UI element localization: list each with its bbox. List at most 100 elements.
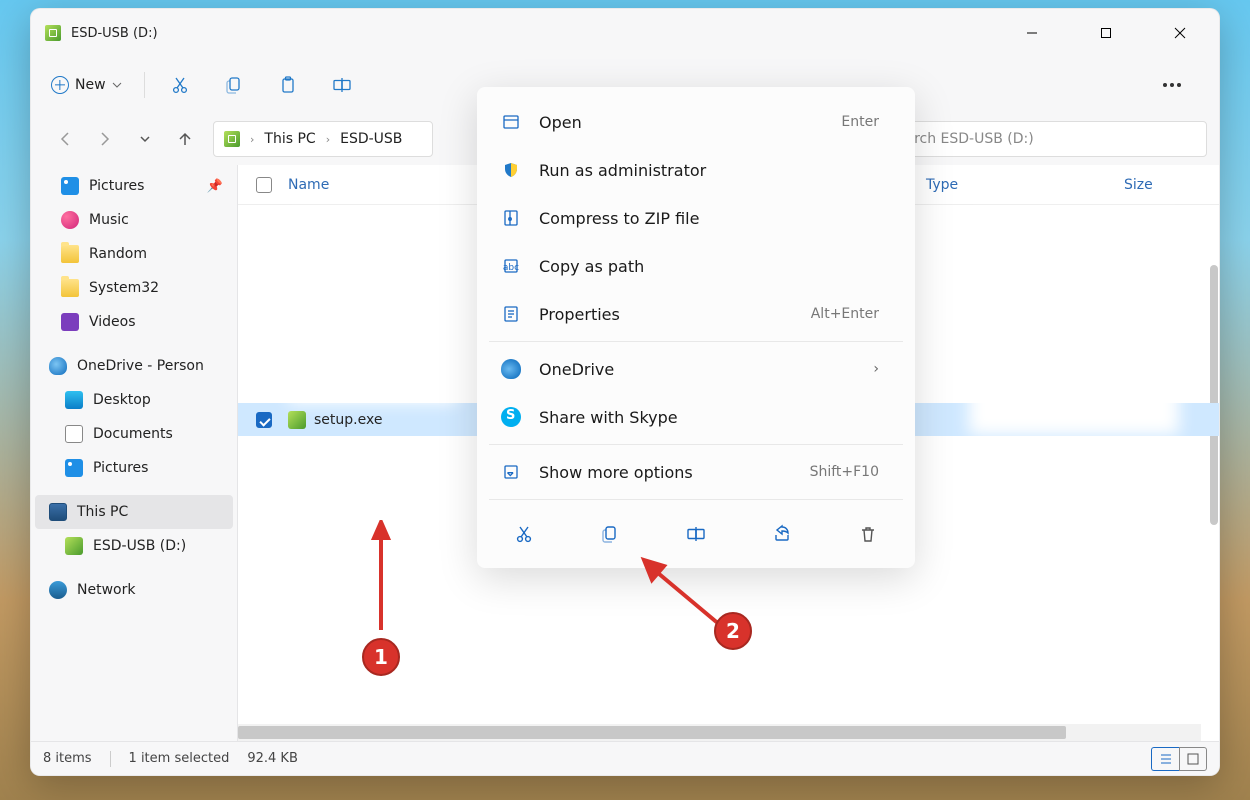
- ctx-share-button[interactable]: [760, 514, 804, 554]
- ctx-label: Run as administrator: [539, 161, 706, 180]
- sidebar-item-label: Pictures: [89, 178, 144, 194]
- ctx-onedrive[interactable]: OneDrive›: [485, 346, 907, 392]
- recent-button[interactable]: [127, 121, 163, 157]
- sidebar-item-pictures2[interactable]: Pictures: [35, 451, 233, 485]
- show-more-icon: [501, 462, 521, 482]
- ctx-shortcut: Shift+F10: [810, 464, 879, 480]
- select-all-checkbox[interactable]: [256, 177, 272, 193]
- this-pc-icon: [49, 503, 67, 521]
- music-icon: [61, 211, 79, 229]
- new-button[interactable]: New: [39, 70, 134, 100]
- breadcrumb-segment[interactable]: ESD-USB: [340, 131, 402, 147]
- open-icon: [501, 112, 521, 132]
- thumbnails-view-button[interactable]: [1179, 747, 1207, 771]
- status-item-count: 8 items: [43, 751, 92, 766]
- pictures-icon: [65, 459, 83, 477]
- onedrive-icon: [49, 357, 67, 375]
- sidebar-item-desktop[interactable]: Desktop: [35, 383, 233, 417]
- minimize-button[interactable]: [1009, 17, 1055, 49]
- ctx-run-admin[interactable]: Run as administrator: [485, 147, 907, 193]
- file-name: setup.exe: [314, 412, 382, 428]
- ctx-copy-path[interactable]: abcCopy as path: [485, 243, 907, 289]
- shield-icon: [501, 160, 521, 180]
- status-selected-count: 1 item selected: [129, 751, 230, 766]
- sidebar-item-label: Documents: [93, 426, 173, 442]
- maximize-button[interactable]: [1083, 17, 1129, 49]
- desktop-icon: [65, 391, 83, 409]
- view-toggle: [1151, 747, 1207, 771]
- ctx-properties[interactable]: PropertiesAlt+Enter: [485, 291, 907, 337]
- plus-icon: [51, 76, 69, 94]
- ctx-rename-button[interactable]: [674, 514, 718, 554]
- ctx-show-more[interactable]: Show more options Shift+F10: [485, 449, 907, 495]
- up-button[interactable]: [167, 121, 203, 157]
- sidebar-item-documents[interactable]: Documents: [35, 417, 233, 451]
- sidebar-item-label: Videos: [89, 314, 136, 330]
- back-button[interactable]: [47, 121, 83, 157]
- ctx-delete-button[interactable]: [846, 514, 890, 554]
- sidebar-item-label: Desktop: [93, 392, 151, 408]
- scrollbar-thumb[interactable]: [238, 726, 1066, 739]
- ctx-cut-button[interactable]: [502, 514, 546, 554]
- ctx-label: Open: [539, 113, 582, 132]
- titlebar: ESD-USB (D:): [31, 9, 1219, 57]
- forward-button[interactable]: [87, 121, 123, 157]
- divider: [144, 72, 145, 98]
- paste-button[interactable]: [263, 65, 313, 105]
- column-header-size[interactable]: Size: [1114, 177, 1194, 193]
- rename-button[interactable]: [317, 65, 367, 105]
- blurred-content: [969, 215, 1179, 435]
- sidebar-item-network[interactable]: Network: [35, 573, 233, 607]
- ctx-label: Show more options: [539, 463, 693, 482]
- column-header-type[interactable]: Type: [916, 177, 1114, 193]
- sidebar-item-label: Network: [77, 582, 135, 598]
- sidebar-item-system32[interactable]: System32: [35, 271, 233, 305]
- sidebar-item-music[interactable]: Music: [35, 203, 233, 237]
- sidebar-item-label: ESD-USB (D:): [93, 538, 186, 554]
- search-input[interactable]: Search ESD-USB (D:): [877, 121, 1207, 157]
- window-title: ESD-USB (D:): [71, 26, 158, 41]
- sidebar-item-onedrive[interactable]: OneDrive - Person: [35, 349, 233, 383]
- chevron-right-icon: ›: [873, 361, 879, 377]
- breadcrumb-segment[interactable]: This PC: [264, 131, 315, 147]
- onedrive-icon: [501, 359, 521, 379]
- breadcrumb[interactable]: › This PC › ESD-USB: [213, 121, 433, 157]
- sidebar-item-videos[interactable]: Videos: [35, 305, 233, 339]
- chevron-down-icon: [112, 80, 122, 90]
- horizontal-scrollbar[interactable]: [238, 724, 1201, 741]
- folder-icon: [61, 245, 79, 263]
- new-label: New: [75, 77, 106, 93]
- ctx-copy-button[interactable]: [588, 514, 632, 554]
- copy-path-icon: abc: [501, 256, 521, 276]
- svg-text:abc: abc: [503, 263, 519, 273]
- ctx-skype[interactable]: Share with Skype: [485, 394, 907, 440]
- drive-icon: [65, 537, 83, 555]
- videos-icon: [61, 313, 79, 331]
- status-bar: 8 items 1 item selected 92.4 KB: [31, 741, 1219, 775]
- close-button[interactable]: [1157, 17, 1203, 49]
- sidebar-item-label: OneDrive - Person: [77, 358, 204, 374]
- sidebar-item-this-pc[interactable]: This PC: [35, 495, 233, 529]
- copy-button[interactable]: [209, 65, 259, 105]
- sidebar: Pictures📌 Music Random System32 Videos O…: [31, 165, 237, 741]
- chevron-right-icon: ›: [326, 133, 330, 146]
- folder-icon: [61, 279, 79, 297]
- drive-icon: [224, 131, 240, 147]
- details-view-button[interactable]: [1151, 747, 1179, 771]
- sidebar-item-pictures[interactable]: Pictures📌: [35, 169, 233, 203]
- network-icon: [49, 581, 67, 599]
- more-button[interactable]: [1153, 73, 1191, 97]
- row-checkbox[interactable]: [256, 412, 272, 428]
- ctx-label: Share with Skype: [539, 408, 678, 427]
- file-explorer-window: ESD-USB (D:) New › This PC › ESD-USB: [30, 8, 1220, 776]
- ctx-open[interactable]: OpenEnter: [485, 99, 907, 145]
- cut-button[interactable]: [155, 65, 205, 105]
- skype-icon: [501, 407, 521, 427]
- ctx-compress[interactable]: Compress to ZIP file: [485, 195, 907, 241]
- drive-icon: [45, 25, 61, 41]
- sidebar-item-random[interactable]: Random: [35, 237, 233, 271]
- sidebar-item-drive[interactable]: ESD-USB (D:): [35, 529, 233, 563]
- chevron-right-icon: ›: [250, 133, 254, 146]
- sidebar-item-label: Random: [89, 246, 147, 262]
- ctx-label: Compress to ZIP file: [539, 209, 699, 228]
